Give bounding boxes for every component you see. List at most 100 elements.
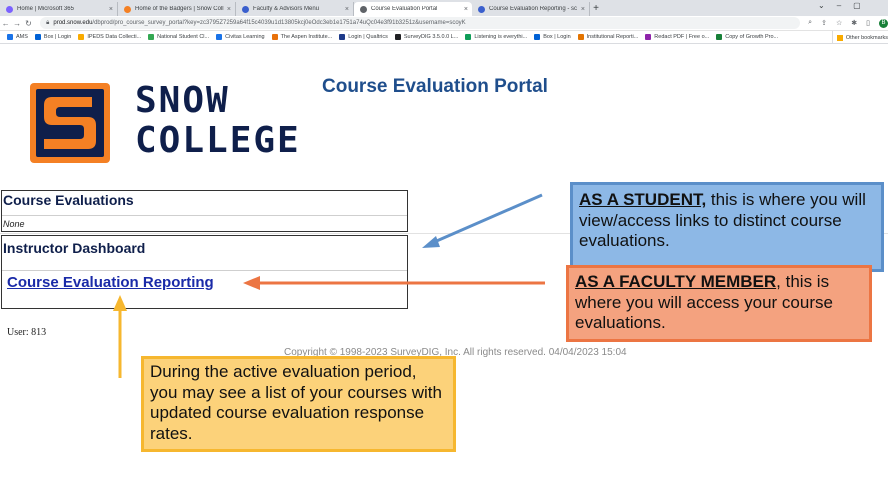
tab-label: Home | Microsoft 365 xyxy=(17,6,74,12)
sidepanel-icon[interactable]: ▯ xyxy=(866,19,870,28)
bookmark-favicon-icon xyxy=(534,34,541,40)
bookmark-label: Box | Login xyxy=(43,34,72,40)
divider xyxy=(2,215,407,216)
close-icon[interactable]: × xyxy=(581,6,585,13)
bookmark-label: National Student Cl... xyxy=(157,34,210,40)
logo-line-college: COLLEGE xyxy=(135,120,301,161)
tab-favicon-icon xyxy=(360,5,367,13)
chevron-down-icon[interactable]: ⌄ xyxy=(818,1,825,10)
bookmark-item[interactable]: Box | Login xyxy=(34,34,72,40)
tab-label: Home of the Badgers | Snow Coll xyxy=(135,6,224,12)
logo-line-snow: SNOW xyxy=(135,80,230,121)
bookmark-favicon-icon xyxy=(78,34,85,40)
bookmark-item[interactable]: Civitas Learning xyxy=(216,34,265,40)
student-callout: AS A STUDENT, this is where you will vie… xyxy=(570,182,884,272)
bookmark-favicon-icon xyxy=(577,34,584,40)
bookmark-label: Copy of Growth Pro... xyxy=(725,34,779,40)
url-field[interactable]: 🔒︎ prod.snow.edu /dbprod/pro_course_surv… xyxy=(40,17,801,29)
url-host: prod.snow.edu xyxy=(53,20,93,26)
course-evaluations-heading: Course Evaluations xyxy=(3,192,134,208)
bookmark-label: Redact PDF | Free o... xyxy=(654,34,710,40)
bookmark-label: SurveyDIG 3.5.0.0 L... xyxy=(403,34,459,40)
student-callout-bold: AS A STUDENT, xyxy=(579,190,707,209)
tab-favicon-icon xyxy=(124,5,131,13)
bookmark-item[interactable]: Box | Login xyxy=(534,34,571,40)
course-evaluation-reporting-link[interactable]: Course Evaluation Reporting xyxy=(2,274,214,291)
bookmark-item[interactable]: Institutional Reporti... xyxy=(577,34,639,40)
bookmark-favicon-icon xyxy=(34,34,41,40)
close-icon[interactable]: × xyxy=(227,6,231,13)
bookmark-item[interactable]: AMS xyxy=(7,34,28,40)
browser-tab[interactable]: Home | Microsoft 365 × xyxy=(0,2,118,16)
other-bookmarks[interactable]: Other bookmarks xyxy=(831,31,888,44)
other-bookmarks-label: Other bookmarks xyxy=(845,34,888,41)
bookmark-favicon-icon xyxy=(271,34,278,40)
browser-tab[interactable]: Course Evaluation Reporting - sc × xyxy=(472,2,590,16)
instructor-dashboard-panel: Instructor Dashboard Course Evaluation R… xyxy=(1,235,408,309)
extensions-icon[interactable]: ✱ xyxy=(851,19,857,28)
instructor-dashboard-heading: Instructor Dashboard xyxy=(3,240,146,256)
bookmark-item[interactable]: The Aspen Institute... xyxy=(271,34,333,40)
maximize-icon[interactable]: ▢ xyxy=(853,1,861,10)
bookmark-label: Civitas Learning xyxy=(225,34,265,40)
snow-college-logo: SNOW COLLEGE xyxy=(30,83,300,163)
bookmarks-bar: AMS Box | Login IPEDS Data Collecti... Nati… xyxy=(0,31,888,44)
bookmark-favicon-icon xyxy=(394,34,401,40)
active-period-callout-text: During the active evaluation period, you… xyxy=(150,362,442,444)
bookmark-label: IPEDS Data Collecti... xyxy=(87,34,142,40)
divider xyxy=(2,270,407,271)
close-icon[interactable]: × xyxy=(464,6,468,13)
course-evaluations-value: None xyxy=(3,219,25,229)
bookmark-favicon-icon xyxy=(465,34,472,40)
bookmark-label: Institutional Reporti... xyxy=(586,34,639,40)
zoom-icon[interactable]: ⌕ xyxy=(808,19,812,28)
minimize-icon[interactable]: – xyxy=(837,1,841,10)
bookmark-label: The Aspen Institute... xyxy=(280,34,333,40)
bookmark-item[interactable]: Redact PDF | Free o... xyxy=(645,34,709,40)
reload-icon[interactable]: ↻ xyxy=(23,19,34,28)
bookmark-favicon-icon xyxy=(645,34,652,40)
bookmark-item[interactable]: IPEDS Data Collecti... xyxy=(78,34,141,40)
bookmark-label: Login | Qualtrics xyxy=(348,34,388,40)
bookmark-favicon-icon xyxy=(7,34,13,40)
bookmark-label: Box | Login xyxy=(543,34,571,40)
lock-icon: 🔒︎ xyxy=(46,19,50,26)
bookmark-label: AMS xyxy=(16,34,28,40)
faculty-callout: AS A FACULTY MEMBER, this is where you w… xyxy=(566,265,872,342)
url-path: /dbprod/pro_course_survey_portal?key=zc3… xyxy=(92,20,466,26)
logo-s-mark-icon xyxy=(30,83,110,163)
profile-avatar[interactable]: B xyxy=(878,18,888,28)
browser-tab[interactable]: Faculty & Advisors Menu × xyxy=(236,2,354,16)
bookmark-item[interactable]: National Student Cl... xyxy=(148,34,209,40)
browser-tab[interactable]: Home of the Badgers | Snow Coll × xyxy=(118,2,236,16)
back-icon[interactable]: ← xyxy=(0,19,11,28)
tab-favicon-icon xyxy=(478,5,485,13)
browser-tab[interactable]: Course Evaluation Portal × xyxy=(354,2,472,16)
share-icon[interactable]: ⇪ xyxy=(821,19,827,28)
bookmark-favicon-icon xyxy=(148,34,155,40)
close-icon[interactable]: × xyxy=(345,6,349,13)
active-period-callout: During the active evaluation period, you… xyxy=(141,356,456,452)
new-tab-icon[interactable]: + xyxy=(590,2,602,16)
forward-icon[interactable]: → xyxy=(11,19,22,28)
window-controls: ⌄ – ▢ xyxy=(818,1,861,10)
tab-label: Faculty & Advisors Menu xyxy=(253,6,320,12)
user-id: User: 813 xyxy=(7,327,47,338)
bookmark-favicon-icon xyxy=(716,34,723,40)
star-icon[interactable]: ☆ xyxy=(836,19,842,28)
faculty-callout-bold: AS A FACULTY MEMBER xyxy=(575,272,777,291)
tab-label: Course Evaluation Portal xyxy=(371,6,438,12)
tab-favicon-icon xyxy=(242,5,249,13)
bookmark-item[interactable]: Login | Qualtrics xyxy=(339,34,388,40)
bookmark-item[interactable]: SurveyDIG 3.5.0.0 L... xyxy=(394,34,459,40)
page-title: Course Evaluation Portal xyxy=(322,76,548,97)
bookmark-label: Listening is everythi... xyxy=(474,34,528,40)
bookmark-favicon-icon xyxy=(216,34,223,40)
address-bar: ← → ↻ 🔒︎ prod.snow.edu /dbprod/pro_cours… xyxy=(0,16,888,31)
tab-label: Course Evaluation Reporting - sc xyxy=(489,6,578,12)
folder-icon xyxy=(836,34,843,41)
bookmark-item[interactable]: Copy of Growth Pro... xyxy=(716,34,778,40)
close-icon[interactable]: × xyxy=(109,6,113,13)
bookmark-item[interactable]: Listening is everythi... xyxy=(465,34,527,40)
tab-favicon-icon xyxy=(6,5,13,13)
